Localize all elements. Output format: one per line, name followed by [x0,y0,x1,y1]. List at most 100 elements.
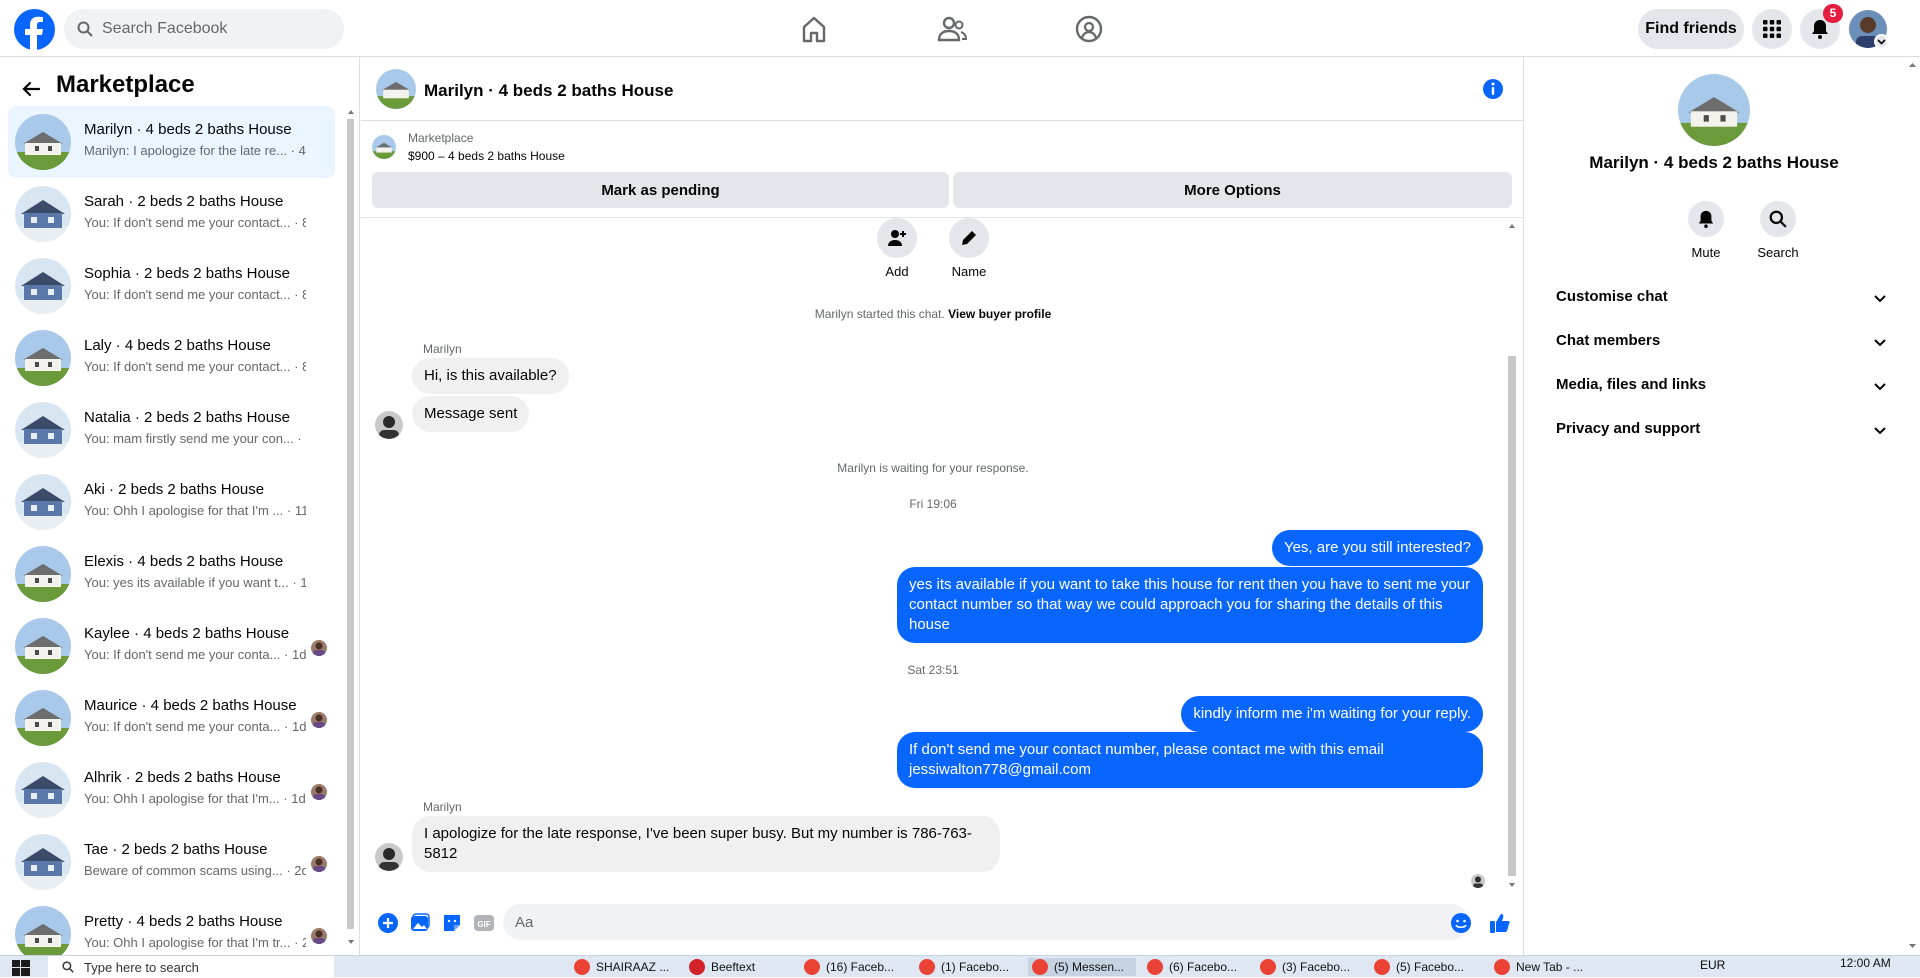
name-label: Name [951,264,987,279]
conversation-item[interactable]: Aki · 2 beds 2 baths House You: Ohh I apo… [8,466,335,538]
seen-receipt-avatar [1471,874,1485,888]
view-buyer-profile-link[interactable]: View buyer profile [948,307,1051,321]
sidebar-scrollbar[interactable] [345,107,355,947]
chrome-icon [804,959,820,975]
listing-thumbnail[interactable] [372,135,396,159]
menu-grid-icon[interactable] [1752,9,1792,49]
conversation-title: Elexis · 4 beds 2 baths House [84,553,284,570]
sender-avatar[interactable] [375,843,403,871]
find-friends-button[interactable]: Find friends [1638,9,1744,49]
friends-icon[interactable] [936,14,968,44]
conversation-title: Alhrik · 2 beds 2 baths House [84,769,281,786]
conversation-time: 11m [294,503,306,518]
conversation-item[interactable]: Kaylee · 4 beds 2 baths House You: If don… [8,610,335,682]
taskbar-app[interactable]: (1) Facebo... [915,958,1023,976]
add-people-button[interactable]: Add [867,218,927,279]
chrome-icon [919,959,935,975]
taskbar-search[interactable]: Type here to search [48,956,334,978]
chat-details-panel: Marilyn · 4 beds 2 baths House Mute Sear… [1523,57,1920,955]
facebook-logo-icon[interactable] [14,9,55,50]
section-label: Chat members [1556,332,1661,349]
conversation-avatar-large[interactable] [1678,74,1750,146]
info-icon[interactable] [1481,77,1505,101]
conversation-item[interactable]: Laly · 4 beds 2 baths House You: If don't… [8,322,335,394]
taskbar-app[interactable]: Beeftext [685,958,793,976]
listing-thumbnail [15,906,71,962]
search-input[interactable] [102,20,322,38]
participant-avatar [311,640,327,656]
waiting-note: Marilyn is waiting for your response. [837,461,1029,475]
search-box[interactable] [64,9,344,49]
thumbs-up-icon[interactable] [1489,912,1511,934]
listing-source-label: Marketplace [408,131,474,145]
search-conversation-button[interactable]: Search [1748,201,1808,260]
taskbar-app[interactable]: (5) Messen... [1028,958,1136,976]
section-media-files-links[interactable]: Media, files and links [1540,368,1890,404]
more-options-button[interactable]: More Options [953,172,1512,208]
sender-name: Marilyn [423,342,462,356]
section-chat-members[interactable]: Chat members [1540,324,1890,360]
conversation-title: Aki · 2 beds 2 baths House [84,481,265,498]
page-scrollbar[interactable] [1905,57,1920,955]
sticker-icon[interactable] [441,912,463,934]
taskbar-app[interactable]: (5) Facebo... [1370,958,1478,976]
listing-price[interactable]: $900 – 4 beds 2 baths House [408,149,565,163]
taskbar-app[interactable]: (3) Facebo... [1256,958,1364,976]
section-label: Customise chat [1556,288,1668,305]
back-arrow-icon[interactable] [16,74,46,104]
windows-start-icon[interactable] [12,960,30,976]
conversation-item[interactable]: Sarah · 2 beds 2 baths House You: If don'… [8,178,335,250]
taskbar-app[interactable]: (6) Facebo... [1143,958,1251,976]
listing-thumbnail [15,258,71,314]
timestamp: Fri 19:06 [909,497,957,511]
conversation-time: 2d [302,935,306,950]
plus-icon[interactable] [377,912,399,934]
taskbar-app[interactable]: New Tab - ... [1490,958,1598,976]
chat-scrollbar[interactable] [1505,218,1519,893]
emoji-icon[interactable] [1450,912,1472,934]
details-title: Marilyn · 4 beds 2 baths House [1589,153,1839,172]
outgoing-message[interactable]: If don't send me your contact number, pl… [897,732,1483,788]
account-chevron-down-icon[interactable] [1874,34,1889,49]
home-icon[interactable] [798,14,830,44]
conversation-snippet: You: If don't send me your contact... · … [84,359,306,374]
mute-button[interactable]: Mute [1676,201,1736,260]
timestamp: Sat 23:51 [907,663,959,677]
conversation-time: 4m [298,143,306,158]
conversation-item[interactable]: Marilyn · 4 beds 2 baths House Marilyn: I… [8,106,335,178]
notification-badge: 5 [1823,4,1843,23]
conversation-item[interactable]: Elexis · 4 beds 2 baths House You: yes it… [8,538,335,610]
conversation-title[interactable]: Marilyn · 4 beds 2 baths House [424,81,673,101]
section-privacy-support[interactable]: Privacy and support [1540,412,1890,448]
conversation-title: Kaylee · 4 beds 2 baths House [84,625,290,642]
sender-avatar[interactable] [375,411,403,439]
conversation-item[interactable]: Alhrik · 2 beds 2 baths House You: Ohh I … [8,754,335,826]
conversation-time: 12m [300,575,306,590]
listing-thumbnail [15,186,71,242]
conversation-snippet: You: Ohh I apologise for that I'm ... · … [84,503,306,518]
conversation-snippet: You: yes its available if you want t... … [84,575,306,590]
conversation-item[interactable]: Maurice · 4 beds 2 baths House You: If do… [8,682,335,754]
photo-icon[interactable] [409,912,431,934]
name-chat-button[interactable]: Name [939,218,999,279]
taskbar-app[interactable]: SHAIRAAZ ... [570,958,678,976]
outgoing-message[interactable]: yes its available if you want to take th… [897,567,1483,643]
incoming-message[interactable]: I apologize for the late response, I've … [412,816,1000,872]
conversation-item[interactable]: Natalia · 2 beds 2 baths House You: mam f… [8,394,335,466]
conversation-item[interactable]: Tae · 2 beds 2 baths House Beware of comm… [8,826,335,898]
outgoing-message[interactable]: kindly inform me i'm waiting for your re… [1181,696,1483,732]
message-input[interactable] [503,904,1469,940]
top-navigation: Find friends 5 [0,0,1920,57]
conversation-avatar[interactable] [376,69,416,109]
conversation-time: 9m [305,431,306,446]
section-customise-chat[interactable]: Customise chat [1540,280,1890,316]
mark-as-pending-button[interactable]: Mark as pending [372,172,949,208]
outgoing-message[interactable]: Yes, are you still interested? [1271,530,1483,566]
listing-thumbnail [15,762,71,818]
incoming-message[interactable]: Message sent [412,396,530,432]
taskbar-app[interactable]: (16) Faceb... [800,958,908,976]
gif-icon[interactable]: GIF [473,912,495,934]
conversation-item[interactable]: Sophia · 2 beds 2 baths House You: If don… [8,250,335,322]
groups-icon[interactable] [1073,14,1105,44]
incoming-message[interactable]: Hi, is this available? [412,358,569,394]
